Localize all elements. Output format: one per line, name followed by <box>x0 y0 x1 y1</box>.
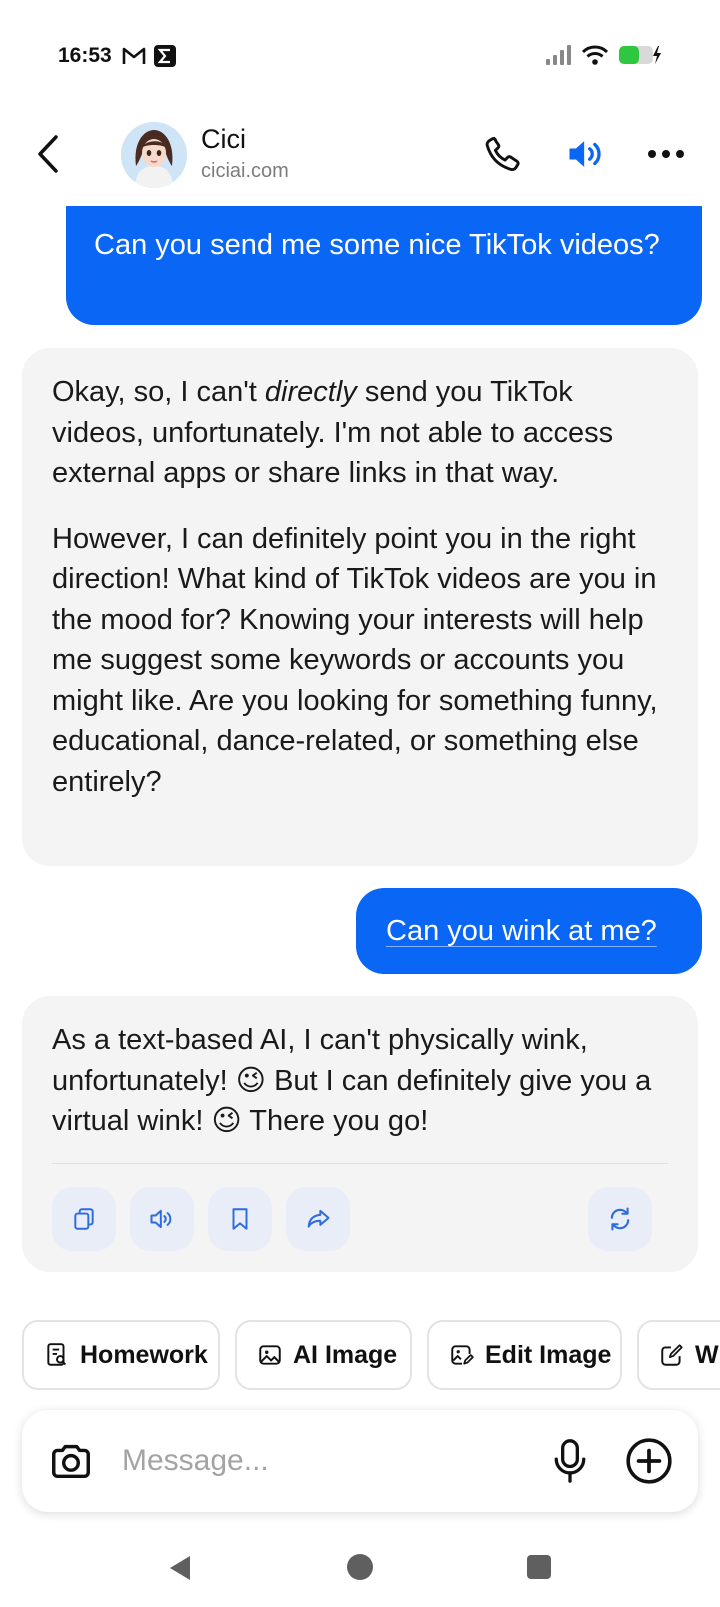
notification-icons <box>122 45 176 67</box>
call-button[interactable] <box>482 132 526 176</box>
phone-icon <box>485 136 520 172</box>
sigma-app-icon <box>154 45 176 67</box>
read-aloud-button[interactable] <box>130 1187 194 1251</box>
system-icons <box>546 44 664 66</box>
voice-input-button[interactable] <box>548 1436 592 1486</box>
avatar-image <box>121 122 187 188</box>
chat-header: Cici ciciai.com <box>0 110 720 206</box>
bot-message-text: As a text-based AI, I can't physically w… <box>52 1024 652 1137</box>
chip-ai-image[interactable]: AI Image <box>235 1320 412 1390</box>
bookmark-button[interactable] <box>208 1187 272 1251</box>
bot-message-paragraph: However, I can definitely point you in t… <box>52 522 658 798</box>
regenerate-icon <box>610 1207 630 1231</box>
nav-recents-icon[interactable] <box>527 1555 551 1579</box>
bookmark-icon <box>232 1208 248 1230</box>
chat-screen: 16:53 Cici ciciai.com Can you send me so… <box>0 0 720 1607</box>
battery-charging-icon <box>619 46 661 64</box>
wifi-icon <box>582 45 608 65</box>
user-message[interactable]: Can you send me some nice TikTok videos? <box>66 206 702 325</box>
camera-icon <box>52 1444 90 1479</box>
avatar[interactable] <box>121 122 187 188</box>
bot-message[interactable]: Okay, so, I can't directly send you TikT… <box>22 348 698 866</box>
copy-icon <box>74 1208 94 1230</box>
message-composer <box>22 1410 698 1512</box>
bot-message-paragraph: Okay, so, I can't directly send you TikT… <box>52 376 614 489</box>
homework-icon <box>47 1343 67 1366</box>
copy-button[interactable] <box>52 1187 116 1251</box>
more-options-button[interactable] <box>642 132 690 176</box>
bot-message[interactable]: As a text-based AI, I can't physically w… <box>22 996 698 1272</box>
back-arrow-icon <box>38 135 58 173</box>
nav-back-icon[interactable] <box>168 1554 192 1582</box>
user-message[interactable]: Can you wink at me? <box>356 888 702 974</box>
back-button[interactable] <box>24 130 72 178</box>
share-button[interactable] <box>286 1187 350 1251</box>
status-bar: 16:53 <box>0 0 720 110</box>
gmail-icon <box>122 47 146 64</box>
plus-circle-icon <box>626 1438 672 1484</box>
chip-write[interactable]: W <box>637 1320 720 1390</box>
share-icon <box>307 1209 330 1228</box>
voice-toggle-button[interactable] <box>564 132 608 176</box>
system-nav-bar <box>0 1530 720 1607</box>
more-dots-icon <box>648 150 656 158</box>
camera-button[interactable] <box>48 1438 94 1484</box>
chip-edit-image[interactable]: Edit Image <box>427 1320 622 1390</box>
bot-name: Cici <box>201 124 246 154</box>
bot-domain: ciciai.com <box>201 160 289 182</box>
microphone-icon <box>554 1439 586 1483</box>
image-icon <box>259 1345 281 1365</box>
attach-button[interactable] <box>624 1436 674 1486</box>
status-time: 16:53 <box>58 44 112 67</box>
edit-image-icon <box>451 1345 474 1365</box>
read-aloud-icon <box>150 1209 172 1229</box>
divider <box>52 1163 668 1164</box>
nav-home-icon[interactable] <box>347 1554 373 1580</box>
message-input[interactable] <box>122 1440 522 1482</box>
quick-actions: Homework AI Image Edit Image W <box>22 1320 720 1390</box>
chip-homework[interactable]: Homework <box>22 1320 220 1390</box>
regenerate-button[interactable] <box>588 1187 652 1251</box>
signal-icon <box>546 45 571 65</box>
speaker-icon <box>569 141 601 167</box>
write-icon <box>661 1344 683 1366</box>
